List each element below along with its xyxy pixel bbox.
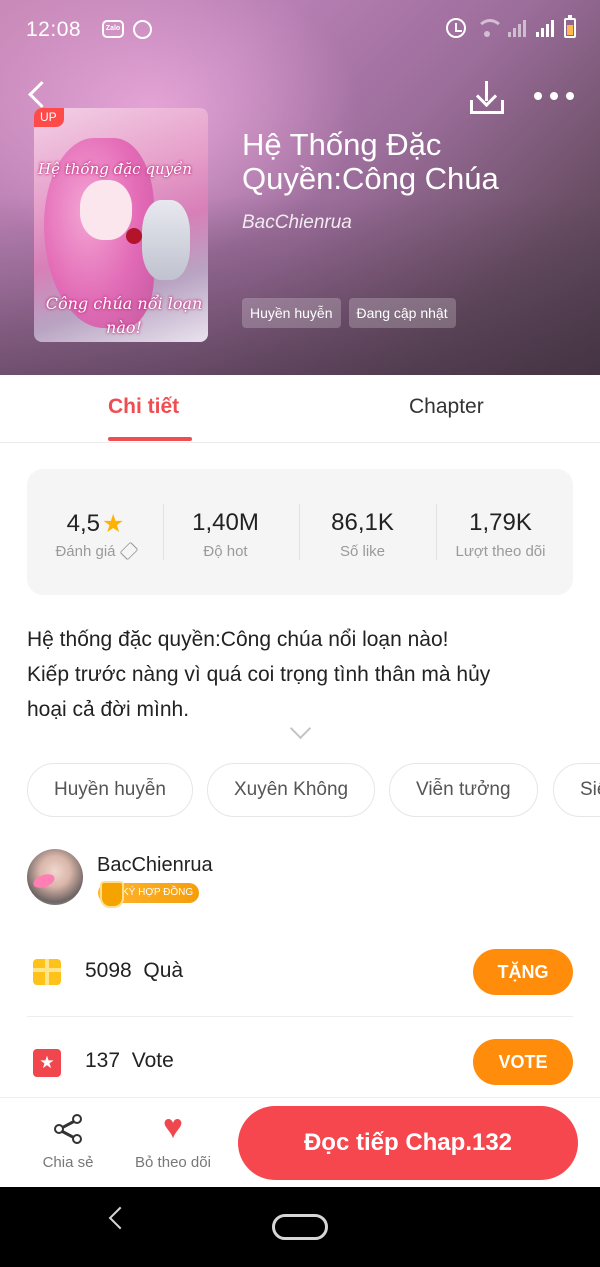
likes-label: Số like [339,543,386,560]
book-description: Hệ thống đặc quyền:Công chúa nổi loạn nà… [27,622,575,727]
signal-icon [536,19,554,37]
vote-summary: 137 Vote [85,1049,174,1073]
bottom-action-bar: Chia sẻ ♥ Bỏ theo dõi Đọc tiếp Chap.132 [0,1097,600,1187]
gift-icon [33,959,61,985]
battery-icon [564,15,576,38]
nav-home-icon[interactable] [272,1214,328,1240]
alarm-icon [446,18,466,38]
wifi-icon [476,19,504,37]
system-nav-bar [0,1187,600,1267]
stat-hot: 1,40M Độ hot [157,469,294,595]
vote-row: 137 Vote VOTE [27,1017,573,1107]
share-label: Chia sẻ [42,1154,94,1171]
genre-chip[interactable]: Siê [553,763,600,817]
gift-row: 5098 Quà TẶNG [27,927,573,1017]
give-gift-button[interactable]: TẶNG [473,949,573,995]
hot-label: Độ hot [203,543,248,560]
hot-value: 1,40M [192,509,259,536]
chat-icon [133,20,152,39]
stat-followers: 1,79K Lượt theo dõi [432,469,569,595]
gift-count: 5098 [85,959,132,982]
unfollow-button[interactable]: ♥ Bỏ theo dõi [128,1098,218,1188]
system-icons [446,15,576,38]
vote-ticket-icon [33,1049,61,1077]
download-tray [470,100,504,114]
chevron-down-icon[interactable] [290,722,310,742]
more-dots-icon[interactable] [534,92,574,102]
star-icon: ★ [101,510,125,538]
followers-label: Lượt theo dõi [455,543,546,560]
rating-label: Đánh giá [55,543,116,560]
book-tags: Huyền huyễn Đang cập nhật [242,298,456,328]
tag-genre[interactable]: Huyền huyễn [242,298,341,328]
genre-chip[interactable]: Viễn tưởng [389,763,538,817]
share-icon [54,1114,84,1144]
gift-summary: 5098 Quà [85,959,183,983]
cover-title-bottom: Công chúa nổi loạn nào! [45,294,203,337]
continue-reading-button[interactable]: Đọc tiếp Chap.132 [238,1106,578,1180]
tag-status: Đang cập nhật [348,298,456,328]
status-bar: 12:08 Zalo [0,0,600,60]
genre-chip[interactable]: Xuyên Không [207,763,376,817]
signal-icon [508,19,526,37]
gift-label: Quà [143,959,184,982]
back-icon[interactable] [24,80,54,110]
followers-value: 1,79K [469,509,532,536]
genre-chip[interactable]: Huyền huyễn [27,763,193,817]
nav-back-icon[interactable] [104,1205,130,1231]
book-header: 12:08 Zalo Hệ thống đặc quyền Công chúa … [0,0,600,375]
heart-icon: ♥ [162,1108,184,1146]
likes-value: 86,1K [331,509,394,536]
tab-chapter[interactable]: Chapter [409,395,484,419]
tab-bar: Chi tiết Chapter [0,375,600,443]
up-badge: UP [34,108,64,127]
tab-active-indicator [108,437,192,441]
vote-button[interactable]: VOTE [473,1039,573,1085]
zalo-icon: Zalo [102,20,124,38]
avatar[interactable] [27,849,83,905]
contract-badge: KÝ HỢP ĐỒNG [98,881,200,908]
book-cover[interactable]: Hệ thống đặc quyền Công chúa nổi loạn nà… [34,108,208,342]
stat-likes: 86,1K Số like [294,469,431,595]
author-card[interactable]: BacChienrua KÝ HỢP ĐỒNG [27,849,573,909]
vote-label: Vote [131,1049,174,1072]
cover-art-figure [142,200,190,280]
description-line: Kiếp trước nàng vì quá coi trọng tình th… [27,663,491,686]
cover-art-face [80,180,132,240]
stat-rating[interactable]: 4,5★ Đánh giá [27,469,164,595]
stats-panel: 4,5★ Đánh giá 1,40M Độ hot 86,1K Số like… [27,469,573,595]
book-title: Hệ Thống Đặc Quyền:Công Chúa [242,127,499,196]
share-button[interactable]: Chia sẻ [32,1098,104,1188]
status-time: 12:08 [26,18,82,41]
author-name[interactable]: BacChienrua [97,854,213,877]
rose-icon [126,228,142,244]
pencil-icon [119,541,138,561]
genre-list: Huyền huyễn Xuyên Không Viễn tưởng Siê [27,763,600,817]
tab-detail[interactable]: Chi tiết [108,395,179,419]
description-line: Hệ thống đặc quyền:Công chúa nổi loạn nà… [27,628,449,651]
unfollow-label: Bỏ theo dõi [135,1154,211,1171]
rating-value: 4,5 [66,510,100,537]
vote-count: 137 [85,1049,121,1072]
book-author[interactable]: BacChienrua [242,212,352,234]
cover-title-top: Hệ thống đặc quyền [38,160,192,178]
